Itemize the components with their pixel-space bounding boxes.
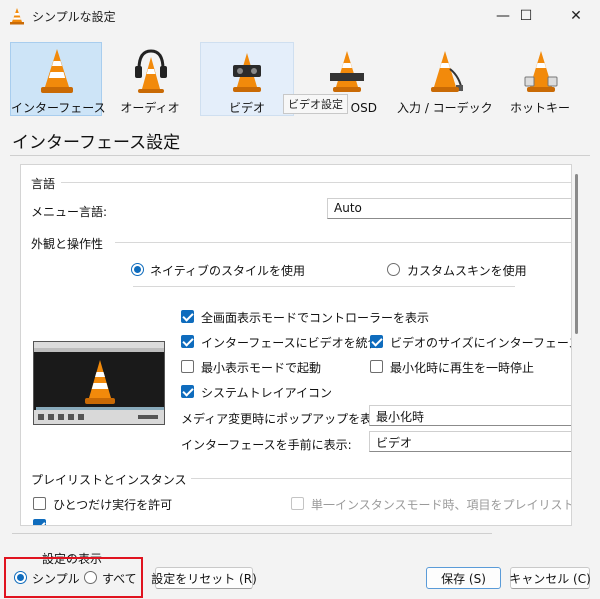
next-option-checkbox[interactable]: [33, 519, 46, 525]
systray-icon-checkbox[interactable]: [181, 385, 194, 398]
custom-skin-radio[interactable]: [387, 263, 400, 276]
enqueue-checkbox[interactable]: [291, 497, 304, 510]
preview-menubar: [34, 348, 164, 352]
simple-label: シンプル: [32, 572, 80, 586]
pause-minimized-checkbox[interactable]: [370, 360, 383, 373]
interface-preview-image: [33, 341, 165, 425]
native-style-label: ネイティブのスタイルを使用: [150, 264, 306, 278]
pause-minimized-label: 最小化時に再生を一時停止: [390, 361, 535, 375]
preview-controls: [34, 410, 164, 424]
category-interface[interactable]: インターフェース: [10, 42, 106, 116]
codec-cone-icon: [431, 51, 463, 92]
start-minimal-label: 最小表示モードで起動: [201, 361, 322, 375]
scrollbar-thumb[interactable]: [575, 174, 578, 334]
embed-video-label: インターフェースにビデオを統合: [201, 336, 380, 350]
fullscreen-controller-checkbox[interactable]: [181, 310, 194, 323]
vlc-app-icon: [10, 8, 24, 25]
group-divider: [115, 242, 571, 243]
language-group-title: 言語: [31, 177, 56, 191]
subtitle-cone-icon: [330, 51, 364, 92]
radio-divider: [133, 286, 515, 287]
maximize-icon: ☐: [519, 8, 533, 24]
category-input-codecs-label: 入力 / コーデック: [397, 101, 493, 115]
group-divider: [191, 478, 571, 479]
all-radio[interactable]: [84, 571, 97, 584]
raise-interface-label: インターフェースを手前に表示:: [181, 438, 352, 452]
category-hotkeys[interactable]: ホットキー: [494, 42, 586, 116]
title-bar: シンプルな設定 — ☐ ✕: [0, 0, 600, 32]
systray-icon-label: システムトレイアイコン: [201, 386, 333, 400]
group-divider: [61, 182, 571, 183]
category-bar: インターフェース オーディオ ビデオ 字幕 / OSD: [0, 32, 600, 120]
start-minimal-checkbox[interactable]: [181, 360, 194, 373]
category-input-codecs[interactable]: 入力 / コーデック: [396, 42, 493, 116]
simple-radio[interactable]: [14, 571, 27, 584]
close-icon: ✕: [570, 8, 582, 24]
category-video[interactable]: ビデオ: [200, 42, 294, 116]
one-instance-label: ひとつだけ実行を許可: [53, 498, 173, 512]
look-feel-group-title: 外観と操作性: [31, 237, 104, 251]
category-video-label: ビデオ: [228, 101, 265, 115]
fullscreen-controller-label: 全画面表示モードでコントローラーを表示: [201, 311, 430, 325]
native-style-radio[interactable]: [131, 263, 144, 276]
maximize-button[interactable]: ☐: [503, 0, 549, 32]
vlc-cone-icon: [41, 49, 73, 93]
one-instance-checkbox[interactable]: [33, 497, 46, 510]
category-hotkeys-label: ホットキー: [509, 101, 570, 115]
settings-panel: 言語 メニュー言語: Auto 外観と操作性 ネイティブのスタイルを使用 カスタ…: [20, 164, 572, 526]
category-audio[interactable]: オーディオ: [104, 42, 196, 116]
all-label: すべて: [102, 572, 137, 586]
resize-to-video-checkbox[interactable]: [370, 335, 383, 348]
playlist-group-title: プレイリストとインスタンス: [31, 473, 187, 487]
hotkey-cone-icon: [524, 51, 558, 92]
raise-interface-select[interactable]: ビデオ: [369, 431, 571, 452]
window-title: シンプルな設定: [32, 10, 116, 24]
embed-video-checkbox[interactable]: [181, 335, 194, 348]
title-divider: [10, 155, 590, 156]
resize-to-video-label: ビデオのサイズにインターフェースをリサイズ: [390, 336, 571, 350]
show-settings-divider: [12, 533, 492, 534]
video-cone-icon: [233, 53, 261, 92]
menu-language-label: メニュー言語:: [31, 205, 108, 219]
reset-button[interactable]: 設定をリセット (R): [151, 567, 257, 589]
category-interface-label: インターフェース: [11, 101, 106, 115]
enqueue-label: 単一インスタンスモード時、項目をプレイリストのキューに追加: [311, 498, 571, 512]
section-title: インターフェース設定: [12, 133, 181, 153]
settings-main: インターフェース設定 言語 メニュー言語: Auto 外観と操作性 ネイティブの…: [0, 120, 600, 599]
save-button[interactable]: 保存 (S): [426, 567, 501, 589]
panel-scrollbar[interactable]: [572, 164, 580, 526]
menu-language-select[interactable]: Auto: [327, 198, 571, 219]
headphones-icon: [135, 49, 167, 93]
preview-cone-icon: [85, 360, 115, 404]
custom-skin-label: カスタムスキンを使用: [407, 264, 527, 278]
close-button[interactable]: ✕: [553, 0, 599, 32]
video-tooltip: ビデオ設定: [283, 94, 348, 114]
category-audio-label: オーディオ: [120, 101, 180, 115]
cancel-button[interactable]: キャンセル (C): [509, 567, 591, 589]
popup-select[interactable]: 最小化時: [369, 405, 571, 426]
popup-label: メディア変更時にポップアップを表示:: [181, 412, 389, 426]
